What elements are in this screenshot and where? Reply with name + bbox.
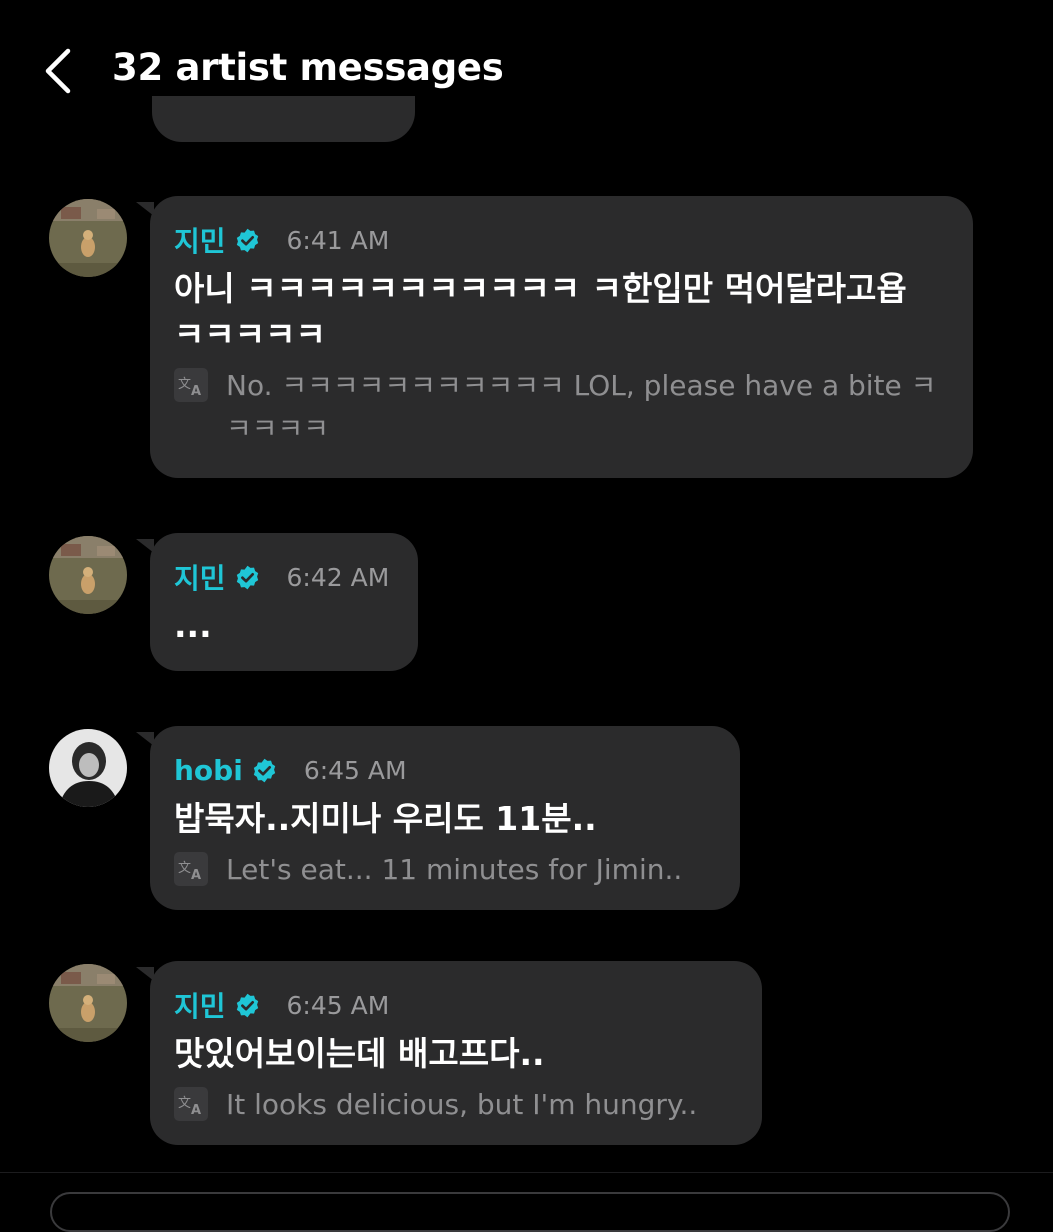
avatar[interactable] — [49, 964, 127, 1042]
back-button[interactable] — [40, 48, 80, 94]
svg-text:文: 文 — [178, 1096, 191, 1111]
message-meta: 지민 6:45 AM — [174, 987, 738, 1023]
sender-name[interactable]: 지민 — [174, 557, 226, 597]
message-text: ... — [174, 606, 212, 645]
avatar[interactable] — [49, 729, 127, 807]
message-bubble[interactable]: 지민 6:41 AM 아니 ㅋㅋㅋㅋㅋㅋㅋㅋㅋㅋㅋ ㅋ한입만 먹어달라고욥 ㅋㅋ… — [136, 196, 973, 478]
message-text: 맛있어보이는데 배고프다.. — [174, 1034, 545, 1073]
message-text: 아니 ㅋㅋㅋㅋㅋㅋㅋㅋㅋㅋㅋ ㅋ한입만 먹어달라고욥 ㅋㅋㅋㅋㅋ — [174, 269, 907, 354]
translation-text: No. ㅋㅋㅋㅋㅋㅋㅋㅋㅋㅋㅋ LOL, please have a bite … — [226, 369, 937, 445]
message-input-bar[interactable] — [50, 1192, 1010, 1232]
message-time: 6:42 AM — [286, 562, 390, 592]
svg-text:文: 文 — [178, 377, 191, 392]
message-meta: 지민 6:42 AM — [174, 559, 394, 595]
translate-icon[interactable]: 文 A — [174, 852, 208, 886]
message-meta: 지민 6:41 AM — [174, 222, 949, 258]
sender-name[interactable]: hobi — [174, 754, 243, 787]
message-text: 밥묵자..지미나 우리도 11분.. — [174, 799, 597, 838]
translate-icon[interactable]: 文 A — [174, 368, 208, 402]
svg-text:A: A — [191, 1103, 201, 1118]
svg-text:文: 文 — [178, 861, 191, 876]
message-bubble[interactable]: hobi 6:45 AM 밥묵자..지미나 우리도 11분.. 文 A Let'… — [136, 726, 740, 910]
avatar[interactable] — [49, 199, 127, 277]
translation-row: 文 A Let's eat... 11 minutes for Jimin.. — [174, 848, 716, 891]
verified-badge-icon — [236, 228, 258, 252]
translation-text: It looks delicious, but I'm hungry.. — [226, 1088, 698, 1121]
message-meta: hobi 6:45 AM — [174, 752, 716, 788]
verified-badge-icon — [236, 993, 258, 1017]
translation-row: 文 A It looks delicious, but I'm hungry.. — [174, 1083, 738, 1126]
message-bubble[interactable]: 지민 6:42 AM ... — [136, 533, 418, 671]
message-time: 6:41 AM — [286, 225, 390, 255]
verified-badge-icon — [236, 565, 258, 589]
message-bubble[interactable]: 지민 6:45 AM 맛있어보이는데 배고프다.. 文 A It looks d… — [136, 961, 762, 1145]
page-title: 32 artist messages — [112, 46, 504, 89]
sender-name[interactable]: 지민 — [174, 985, 226, 1025]
divider — [0, 1172, 1053, 1173]
translation-row: 文 A No. ㅋㅋㅋㅋㅋㅋㅋㅋㅋㅋㅋ LOL, please have a b… — [174, 364, 949, 450]
sender-name[interactable]: 지민 — [174, 220, 226, 260]
translate-icon[interactable]: 文 A — [174, 1087, 208, 1121]
message-time: 6:45 AM — [303, 755, 407, 785]
chevron-left-icon — [45, 48, 71, 94]
verified-badge-icon — [253, 758, 275, 782]
message-time: 6:45 AM — [286, 990, 390, 1020]
previous-message-bubble — [152, 96, 415, 142]
svg-text:A: A — [191, 384, 201, 399]
svg-text:A: A — [191, 868, 201, 883]
translation-text: Let's eat... 11 minutes for Jimin.. — [226, 853, 683, 886]
avatar[interactable] — [49, 536, 127, 614]
